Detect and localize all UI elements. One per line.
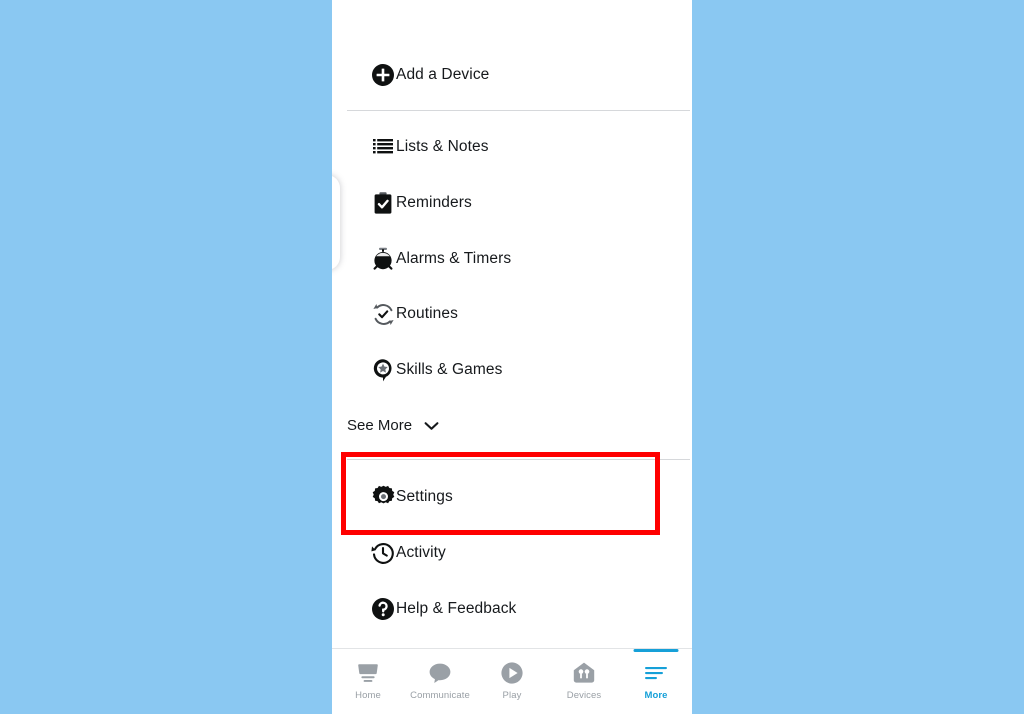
menu-item-label: Routines [396,305,458,322]
see-more-toggle[interactable]: See More [332,407,692,443]
nav-item-label: More [644,690,668,701]
nav-item-play[interactable]: Play [476,649,548,714]
menu-item-label: Alarms & Timers [396,250,512,267]
menu-item-help-and-feedback[interactable]: Help & Feedback [332,581,692,637]
nav-item-communicate[interactable]: Communicate [404,649,476,714]
phone-screen-panel: Add a Device Lists & Notes Reminders Ala… [332,0,692,714]
plus-circle-icon [368,60,398,90]
hamburger-icon [643,660,669,686]
nav-item-more[interactable]: More [620,649,692,714]
see-more-label: See More [347,416,413,434]
menu-item-skills-and-games[interactable]: Skills & Games [332,342,692,398]
menu-item-settings[interactable]: Settings [332,469,692,525]
echo-show-icon [356,660,380,686]
routine-refresh-check-icon [368,299,398,329]
menu-item-lists-and-notes[interactable]: Lists & Notes [332,119,692,175]
alarm-clock-icon [368,244,398,274]
clock-history-icon [368,538,398,568]
list-icon [368,132,398,162]
question-circle-icon [368,594,398,624]
clipboard-check-icon [368,188,398,218]
nav-item-devices[interactable]: Devices [548,649,620,714]
menu-item-label: Help & Feedback [396,600,517,617]
menu-divider-top [347,110,690,111]
menu-item-label: Reminders [396,194,472,211]
menu-item-label: Lists & Notes [396,138,489,155]
active-tab-indicator [633,649,679,652]
pin-star-icon [368,355,398,385]
menu-item-alarms-and-timers[interactable]: Alarms & Timers [332,231,692,287]
nav-item-label: Communicate [410,690,470,701]
nav-item-label: Home [355,690,381,701]
nav-item-home[interactable]: Home [332,649,404,714]
menu-item-reminders[interactable]: Reminders [332,175,692,231]
play-circle-icon [500,660,524,686]
house-devices-icon [572,660,596,686]
nav-item-label: Devices [566,690,602,701]
bottom-navigation-bar: Home Communicate Play Devices More [332,648,692,714]
speech-bubble-icon [428,660,452,686]
menu-item-routines[interactable]: Routines [332,286,692,342]
menu-item-label: Settings [396,488,453,505]
menu-item-label: Add a Device [396,66,490,83]
gear-icon [368,482,398,512]
nav-item-label: Play [502,690,522,701]
menu-item-label: Activity [396,544,446,561]
menu-item-label: Skills & Games [396,361,503,378]
chevron-down-icon [424,418,439,436]
menu-item-add-a-device[interactable]: Add a Device [332,47,692,103]
menu-divider-settings [347,459,690,460]
menu-item-activity[interactable]: Activity [332,525,692,581]
